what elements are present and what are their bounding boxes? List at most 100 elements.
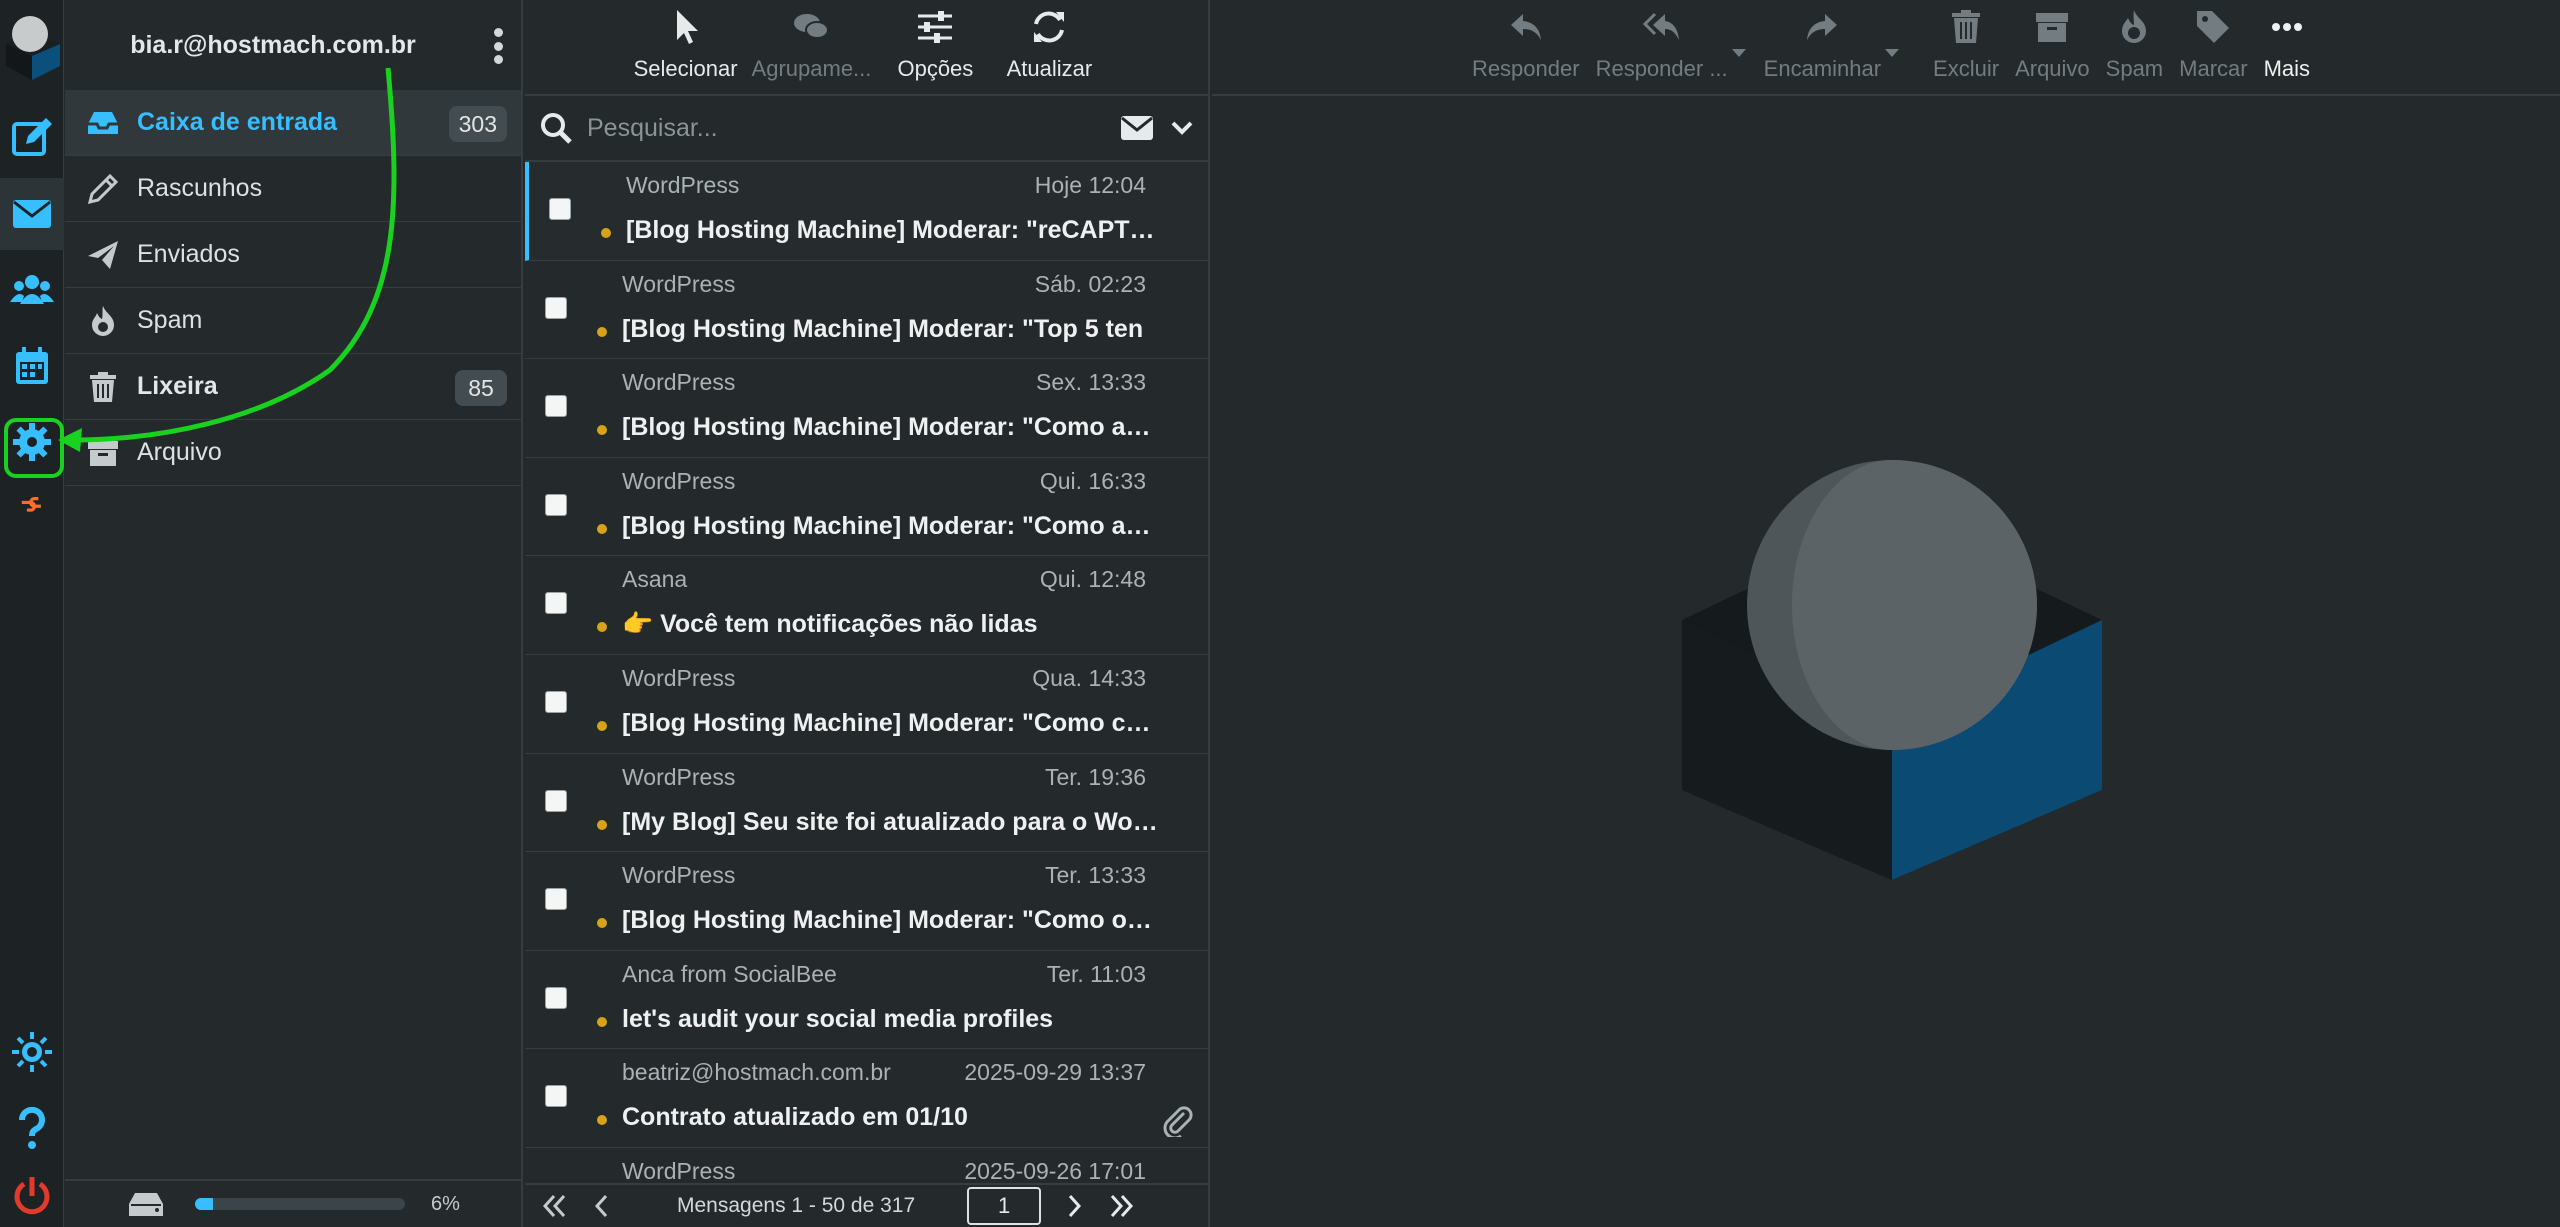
message-checkbox[interactable] <box>545 296 567 319</box>
message-row[interactable]: WordPress Qui. 16:33 [Blog Hosting Machine… <box>525 458 1208 557</box>
list-toolbar: Selecionar Agrupame... Opções Atualizar <box>525 0 1208 96</box>
folder-label: Caixa de entrada <box>137 108 338 136</box>
paperclip-icon <box>1163 1106 1193 1138</box>
archive-button[interactable]: Arquivo <box>2015 8 2090 82</box>
help-button[interactable] <box>0 1092 64 1164</box>
more-button[interactable]: Mais <box>2264 8 2310 82</box>
unread-dot-icon <box>597 1115 607 1126</box>
first-page-icon[interactable] <box>539 1191 569 1221</box>
message-subject: [My Blog] Seu site foi atualizado para o… <box>622 807 1162 836</box>
logout-button[interactable] <box>0 1166 64 1226</box>
message-row[interactable]: Asana Qui. 12:48 👉 Você tem notificações n… <box>525 556 1208 655</box>
message-date: Ter. 11:03 <box>1046 960 1146 987</box>
comments-icon <box>794 14 830 39</box>
message-subject: 👉 Você tem notificações não lidas <box>622 610 1038 639</box>
message-date: Ter. 19:36 <box>1044 763 1146 790</box>
message-subject: [Blog Hosting Machine] Moderar: "Como ac… <box>622 511 1162 540</box>
spam-button[interactable]: Spam <box>2106 8 2163 82</box>
message-sender: Asana <box>622 566 688 593</box>
unread-dot-icon <box>597 523 607 534</box>
icon-rail <box>0 0 64 1227</box>
folder-archive[interactable]: Arquivo <box>65 420 521 486</box>
cursor-icon <box>676 10 698 44</box>
message-checkbox[interactable] <box>545 395 567 418</box>
delete-button[interactable]: Excluir <box>1933 8 1999 82</box>
reply-all-dropdown-icon[interactable] <box>1730 46 1748 60</box>
message-row[interactable]: Anca from SocialBee Ter. 11:03 let's audit… <box>525 951 1208 1050</box>
quota-percent: 6% <box>431 1192 460 1215</box>
calendar-button[interactable] <box>0 330 64 402</box>
archive-icon <box>85 435 121 471</box>
search-bar[interactable]: Pesquisar... <box>525 96 1208 162</box>
message-subject: [Blog Hosting Machine] Moderar: "Como ob… <box>622 906 1162 935</box>
message-content-pane: Responder Responder ... Encaminhar Exclu… <box>1212 0 2560 1227</box>
message-row[interactable]: WordPress Sáb. 02:23 [Blog Hosting Machine… <box>525 261 1208 360</box>
message-row[interactable]: WordPress Qua. 14:33 [Blog Hosting Machine… <box>525 655 1208 754</box>
message-row[interactable]: WordPress Hoje 12:04 [Blog Hosting Machine… <box>525 162 1208 261</box>
message-checkbox[interactable] <box>545 690 567 713</box>
reply-button[interactable]: Responder <box>1472 8 1580 82</box>
compose-button[interactable] <box>0 102 64 174</box>
contacts-button[interactable] <box>0 254 64 326</box>
folder-inbox[interactable]: Caixa de entrada 303 <box>65 90 521 156</box>
message-row[interactable]: WordPress Sex. 13:33 [Blog Hosting Machine… <box>525 359 1208 458</box>
unread-dot-icon <box>597 622 607 633</box>
sliders-icon <box>918 11 953 43</box>
folder-sent[interactable]: Enviados <box>65 222 521 288</box>
reply-all-button[interactable]: Responder ... <box>1596 8 1728 82</box>
settings-button[interactable] <box>0 406 64 478</box>
forward-dropdown-icon[interactable] <box>1883 46 1901 60</box>
forward-button[interactable]: Encaminhar <box>1764 8 1881 82</box>
message-checkbox[interactable] <box>545 789 567 812</box>
next-page-icon[interactable] <box>1059 1191 1089 1221</box>
message-date: 2025-09-29 13:37 <box>964 1059 1146 1086</box>
folder-drafts[interactable]: Rascunhos <box>65 156 521 222</box>
folder-pane: bia.r@hostmach.com.br Caixa de entrada 3… <box>65 0 523 1227</box>
theme-toggle-button[interactable] <box>0 1016 64 1088</box>
quota-indicator: 6% <box>65 1179 521 1227</box>
threads-button[interactable]: Agrupame... <box>752 8 871 82</box>
question-icon <box>18 1106 45 1149</box>
message-checkbox[interactable] <box>549 198 571 220</box>
folder-options-menu-icon[interactable] <box>493 28 503 64</box>
hard-drive-icon <box>129 1193 163 1216</box>
chevron-down-icon[interactable] <box>1170 116 1194 140</box>
message-checkbox[interactable] <box>545 888 567 911</box>
message-checkbox[interactable] <box>545 986 567 1009</box>
previous-page-icon[interactable] <box>587 1191 617 1221</box>
message-sender: WordPress <box>622 763 736 790</box>
message-row[interactable]: WordPress Ter. 13:33 [Blog Hosting Machine… <box>525 852 1208 951</box>
last-page-icon[interactable] <box>1107 1191 1137 1221</box>
forward-icon <box>1807 14 1838 40</box>
unread-dot-icon <box>597 326 607 337</box>
mail-button[interactable] <box>0 178 64 250</box>
message-date: Qui. 12:48 <box>1039 566 1146 593</box>
message-checkbox[interactable] <box>545 1085 567 1108</box>
refresh-button[interactable]: Atualizar <box>999 8 1099 82</box>
envelope-icon[interactable] <box>1120 114 1154 142</box>
message-checkbox[interactable] <box>545 493 567 516</box>
folder-spam[interactable]: Spam <box>65 288 521 354</box>
trash-icon <box>85 369 121 405</box>
webmail-app: bia.r@hostmach.com.br Caixa de entrada 3… <box>0 0 2560 1227</box>
page-number-input[interactable]: 1 <box>967 1187 1042 1225</box>
folder-trash[interactable]: Lixeira 85 <box>65 354 521 420</box>
message-date: 2025-09-26 17:01 <box>964 1157 1146 1184</box>
mark-button[interactable]: Marcar <box>2179 8 2248 82</box>
message-rows: WordPress Hoje 12:04 [Blog Hosting Machine… <box>525 162 1208 1227</box>
tag-icon <box>2197 11 2230 43</box>
gear-icon <box>13 423 51 461</box>
cpanel-button[interactable] <box>0 470 64 540</box>
roundcube-watermark-icon <box>1682 460 2102 880</box>
search-input[interactable]: Pesquisar... <box>587 114 1120 143</box>
roundcube-logo-icon[interactable] <box>2 4 62 80</box>
message-row[interactable]: WordPress Ter. 19:36 [My Blog] Seu site fo… <box>525 754 1208 853</box>
message-date: Qui. 16:33 <box>1039 467 1146 494</box>
message-checkbox[interactable] <box>545 592 567 615</box>
select-button[interactable]: Selecionar <box>634 8 738 82</box>
quota-bar-fill <box>195 1198 213 1210</box>
list-options-button[interactable]: Opções <box>885 8 985 82</box>
message-sender: WordPress <box>622 270 736 297</box>
folder-label: Enviados <box>137 240 240 268</box>
message-row[interactable]: beatriz@hostmach.com.br 2025-09-29 13:37 C… <box>525 1049 1208 1148</box>
